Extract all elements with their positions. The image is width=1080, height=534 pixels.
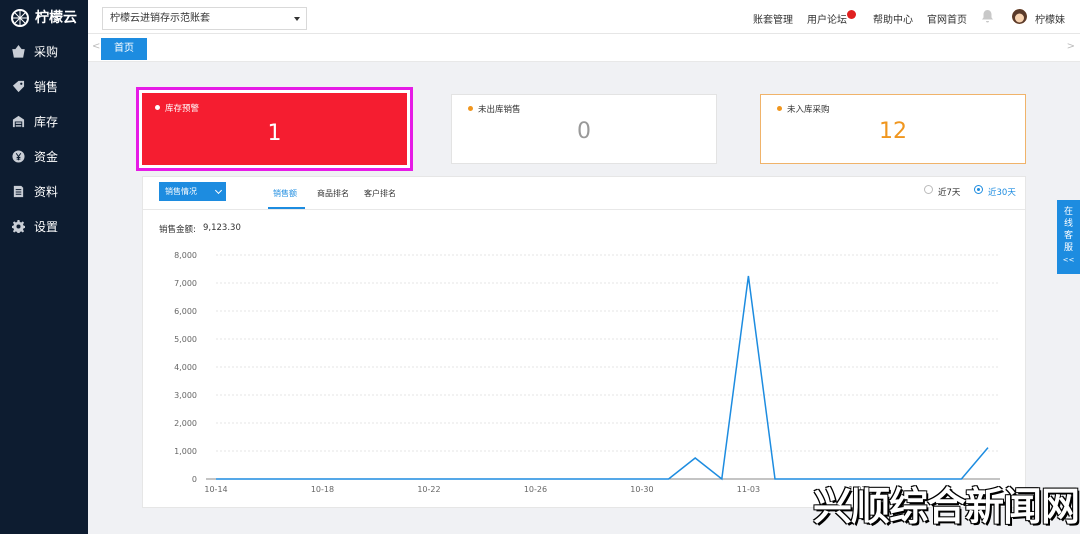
y-tick-label: 1,000 <box>174 447 197 456</box>
card-value: 0 <box>577 119 591 144</box>
x-tick-label: 10-14 <box>204 485 227 494</box>
hot-badge-icon <box>847 10 856 19</box>
sidebar-item-label: 采购 <box>34 45 59 59</box>
card-title-text: 未入库采购 <box>787 105 830 115</box>
dot-icon <box>155 105 160 110</box>
online-service-char: 服 <box>1063 243 1073 253</box>
x-tick-label: 10-30 <box>630 485 653 494</box>
sidebar-item-sales[interactable]: 销售 <box>0 69 88 104</box>
link-user-forum[interactable]: 用户论坛 <box>807 11 847 26</box>
avatar[interactable] <box>1012 9 1027 24</box>
card-value: 1 <box>267 121 282 146</box>
sidebar-item-label: 库存 <box>34 115 59 129</box>
sidebar-item-label: 资金 <box>34 150 59 164</box>
online-service-button[interactable]: 在线客服 << <box>1057 200 1080 274</box>
online-service-char: 客 <box>1063 231 1073 241</box>
y-tick-label: 2,000 <box>174 419 197 428</box>
sidebar-item-settings[interactable]: 设置 <box>0 209 88 244</box>
account-select[interactable]: 柠檬云进销存示范账套 <box>102 7 307 30</box>
card-value: 12 <box>879 119 907 144</box>
x-tick-label: 10-22 <box>417 485 440 494</box>
tab-scroll-left-icon[interactable]: < <box>92 41 100 52</box>
user-name[interactable]: 柠檬妹 <box>1035 11 1065 26</box>
y-tick-label: 7,000 <box>174 279 197 288</box>
sidebar-item-purchase[interactable]: 采购 <box>0 34 88 69</box>
basket-icon <box>11 45 25 59</box>
x-tick-label: 10-18 <box>311 485 334 494</box>
y-tick-label: 5,000 <box>174 335 197 344</box>
card-stock-warning-body: 库存预警 1 <box>142 93 407 165</box>
sidebar-item-inventory[interactable]: 库存 <box>0 104 88 139</box>
logo: 柠檬云 <box>0 0 88 34</box>
card-title: 未入库采购 <box>777 103 830 115</box>
sidebar-item-data[interactable]: 资料 <box>0 174 88 209</box>
card-title: 未出库销售 <box>468 103 521 115</box>
card-unreceived-purchase[interactable]: 未入库采购 12 <box>760 94 1026 164</box>
collapse-arrow-icon: << <box>1062 256 1075 264</box>
sidebar-item-label: 设置 <box>34 220 59 234</box>
y-tick-label: 4,000 <box>174 363 197 372</box>
sidebar-item-funds[interactable]: 资金 <box>0 139 88 174</box>
sidebar-item-label: 资料 <box>34 185 59 199</box>
y-tick-label: 3,000 <box>174 391 197 400</box>
gear-icon <box>11 220 25 234</box>
app-name: 柠檬云 <box>35 10 77 26</box>
y-tick-label: 0 <box>192 475 197 484</box>
bell-icon[interactable] <box>981 9 994 23</box>
card-title: 库存预警 <box>155 102 199 114</box>
warehouse-icon <box>11 115 25 129</box>
sidebar: 柠檬云 采购 销售 库存 资金 资料 设置 <box>0 0 88 534</box>
sales-panel: 销售情况 销售额 商品排名 客户排名 近7天 近30天 销售金额: 9,123.… <box>142 176 1026 508</box>
card-unshipped-sales[interactable]: 未出库销售 0 <box>451 94 717 164</box>
sales-series-line <box>216 275 989 481</box>
card-title-text: 未出库销售 <box>478 105 521 115</box>
top-bar: 柠檬云进销存示范账套 账套管理 用户论坛 帮助中心 官网首页 柠檬妹 <box>88 0 1080 34</box>
x-tick-label: 11-03 <box>737 485 760 494</box>
link-account-management[interactable]: 账套管理 <box>753 11 793 26</box>
sidebar-item-label: 销售 <box>34 80 59 94</box>
yen-coin-icon <box>11 150 25 164</box>
link-official-site[interactable]: 官网首页 <box>927 11 967 26</box>
dot-icon <box>468 106 473 111</box>
card-stock-warning[interactable]: 库存预警 1 <box>136 87 413 171</box>
tab-bar: < 首页 > <box>88 34 1080 62</box>
lemon-logo-icon <box>11 9 29 27</box>
watermark: 兴顺综合新闻网 <box>813 485 1080 530</box>
y-tick-label: 8,000 <box>174 251 197 260</box>
document-icon <box>11 185 25 199</box>
tab-scroll-right-icon[interactable]: > <box>1067 41 1075 52</box>
online-service-char: 在 <box>1063 207 1073 217</box>
link-help-center[interactable]: 帮助中心 <box>873 11 913 26</box>
tag-icon <box>11 80 25 94</box>
account-select-value: 柠檬云进销存示范账套 <box>110 13 210 24</box>
x-tick-label: 10-26 <box>524 485 547 494</box>
dot-icon <box>777 106 782 111</box>
online-service-char: 线 <box>1063 219 1073 229</box>
y-tick-label: 6,000 <box>174 307 197 316</box>
card-title-text: 库存预警 <box>165 104 200 114</box>
caret-down-icon <box>294 17 300 21</box>
sales-line-chart: 0 1,000 2,000 3,000 4,000 5,000 6,000 7,000 8,00… <box>174 251 1000 494</box>
tab-home[interactable]: 首页 <box>101 38 147 60</box>
